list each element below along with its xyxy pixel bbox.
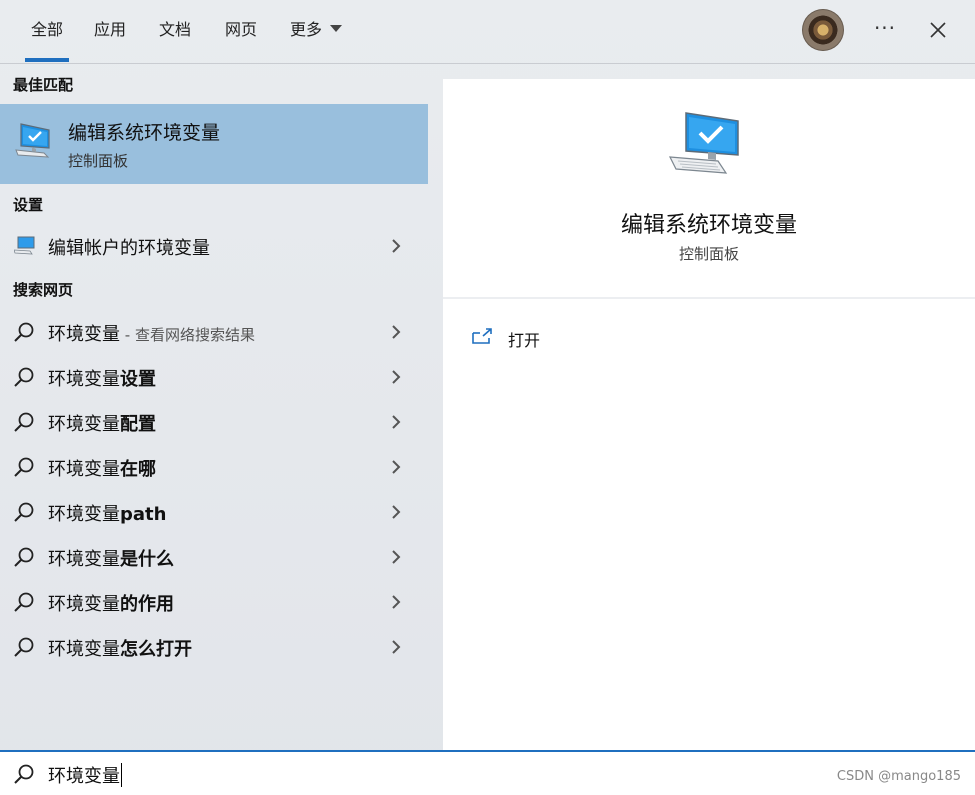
section-web-search: 搜索网页 bbox=[13, 281, 74, 299]
web-result-base: 环境变量 bbox=[48, 639, 120, 660]
best-match-item[interactable]: 编辑系统环境变量 控制面板 bbox=[0, 104, 428, 184]
web-result-item[interactable]: 环境变量在哪 bbox=[0, 445, 428, 489]
search-bar[interactable]: 环境变量 CSDN @mango185 bbox=[0, 750, 975, 795]
web-result-base: 环境变量 bbox=[48, 549, 120, 570]
preview-subtitle: 控制面板 bbox=[678, 245, 739, 263]
more-options-button[interactable]: ··· bbox=[871, 16, 899, 44]
text-cursor bbox=[121, 763, 122, 787]
search-input[interactable]: 环境变量 bbox=[48, 762, 122, 788]
web-result-label: 环境变量是什么 bbox=[48, 545, 174, 571]
web-result-label: 环境变量设置 bbox=[48, 365, 156, 391]
open-external-icon bbox=[472, 328, 492, 344]
open-button[interactable]: 打开 bbox=[471, 323, 671, 353]
search-icon bbox=[12, 456, 36, 484]
web-result-item[interactable]: 环境变量怎么打开 bbox=[0, 625, 428, 669]
web-result-item[interactable]: 环境变量是什么 bbox=[0, 535, 428, 579]
section-settings: 设置 bbox=[13, 196, 44, 214]
chevron-right-icon[interactable] bbox=[389, 324, 403, 344]
chevron-right-icon[interactable] bbox=[389, 504, 403, 524]
web-result-item[interactable]: 环境变量的作用 bbox=[0, 580, 428, 624]
tab-bar: 全部 应用 文档 网页 更多 ··· bbox=[0, 0, 975, 64]
ellipsis-icon: ··· bbox=[873, 16, 897, 40]
web-result-base: 环境变量 bbox=[48, 594, 120, 615]
section-best-match: 最佳匹配 bbox=[13, 76, 74, 94]
watermark: CSDN @mango185 bbox=[836, 769, 961, 784]
settings-item-label: 编辑帐户的环境变量 bbox=[48, 238, 210, 259]
web-result-label: 环境变量怎么打开 bbox=[48, 635, 192, 661]
preview-pane: 编辑系统环境变量 控制面板 打开 bbox=[443, 79, 975, 750]
search-icon bbox=[12, 321, 36, 349]
web-result-item[interactable]: 环境变量 - 查看网络搜索结果 bbox=[0, 310, 428, 354]
web-result-item[interactable]: 环境变量设置 bbox=[0, 355, 428, 399]
preview-header: 编辑系统环境变量 控制面板 bbox=[443, 79, 975, 299]
web-result-base: 环境变量 bbox=[48, 414, 120, 435]
system-properties-icon bbox=[14, 121, 54, 165]
web-result-label: 环境变量配置 bbox=[48, 410, 156, 436]
chevron-right-icon[interactable] bbox=[389, 459, 403, 479]
search-icon bbox=[12, 411, 36, 439]
web-result-base: 环境变量 bbox=[48, 504, 120, 525]
best-match-title: 编辑系统环境变量 bbox=[68, 122, 221, 144]
tab-more-label: 更多 bbox=[290, 20, 323, 39]
avatar[interactable] bbox=[802, 9, 844, 51]
chevron-right-icon[interactable] bbox=[389, 639, 403, 659]
web-result-suffix: 配置 bbox=[120, 414, 156, 435]
settings-item-user-env-vars[interactable]: 编辑帐户的环境变量 bbox=[0, 224, 428, 268]
close-button[interactable] bbox=[924, 16, 952, 44]
search-query-text: 环境变量 bbox=[48, 766, 120, 787]
web-result-suffix: 怎么打开 bbox=[120, 639, 192, 660]
tab-all[interactable]: 全部 bbox=[24, 0, 70, 62]
web-result-base: 环境变量 bbox=[48, 369, 120, 390]
web-result-label: 环境变量的作用 bbox=[48, 590, 174, 616]
monitor-icon bbox=[13, 236, 36, 260]
results-pane: 最佳匹配 编辑系统环境变量 控制面板 设置 编辑帐户的环境变量 搜索网页 环境变… bbox=[0, 64, 443, 750]
web-result-suffix: 的作用 bbox=[120, 594, 174, 615]
search-icon bbox=[12, 591, 36, 619]
web-result-suffix: 是什么 bbox=[120, 549, 174, 570]
chevron-right-icon[interactable] bbox=[389, 549, 403, 569]
chevron-right-icon[interactable] bbox=[389, 594, 403, 614]
web-result-label: 环境变量在哪 bbox=[48, 455, 156, 481]
chevron-right-icon[interactable] bbox=[389, 369, 403, 389]
chevron-down-icon bbox=[330, 25, 343, 32]
search-icon bbox=[12, 763, 36, 791]
search-window: 全部 应用 文档 网页 更多 ··· 最佳匹配 编辑系统环境变量 控制面板 设置… bbox=[0, 0, 975, 795]
chevron-right-icon[interactable] bbox=[389, 414, 403, 434]
system-properties-large-icon bbox=[668, 111, 740, 183]
web-result-label: 环境变量path bbox=[48, 500, 166, 526]
search-icon bbox=[12, 366, 36, 394]
web-result-suffix: 设置 bbox=[120, 369, 156, 390]
chevron-right-icon[interactable] bbox=[389, 238, 403, 258]
tab-apps[interactable]: 应用 bbox=[90, 0, 130, 62]
search-icon bbox=[12, 501, 36, 529]
web-result-base: 环境变量 bbox=[48, 324, 120, 345]
tab-documents[interactable]: 文档 bbox=[155, 0, 195, 62]
web-result-item[interactable]: 环境变量path bbox=[0, 490, 428, 534]
tab-more[interactable]: 更多 bbox=[286, 0, 346, 62]
web-result-suffix: path bbox=[120, 504, 167, 525]
tab-web[interactable]: 网页 bbox=[221, 0, 261, 62]
web-result-suffix: 在哪 bbox=[120, 459, 156, 480]
search-icon bbox=[12, 636, 36, 664]
open-label: 打开 bbox=[508, 331, 541, 350]
web-result-hint: - 查看网络搜索结果 bbox=[120, 326, 255, 344]
close-icon bbox=[930, 22, 946, 38]
search-icon bbox=[12, 546, 36, 574]
web-result-item[interactable]: 环境变量配置 bbox=[0, 400, 428, 444]
preview-title: 编辑系统环境变量 bbox=[620, 213, 797, 238]
best-match-subtitle: 控制面板 bbox=[68, 152, 129, 170]
web-result-base: 环境变量 bbox=[48, 459, 120, 480]
web-result-label: 环境变量 - 查看网络搜索结果 bbox=[48, 320, 255, 346]
